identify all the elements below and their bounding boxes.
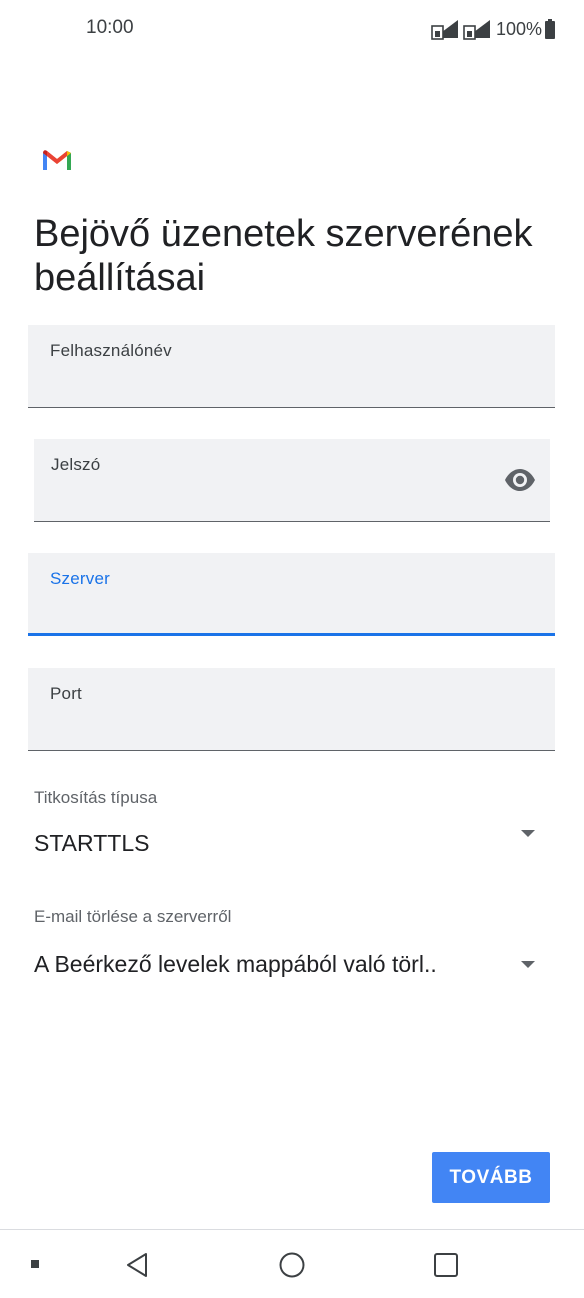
eye-icon[interactable] — [504, 467, 536, 493]
server-field[interactable]: Szerver — [28, 553, 555, 636]
status-time: 10:00 — [86, 17, 134, 38]
port-label: Port — [50, 684, 82, 703]
password-field[interactable]: Jelszó — [34, 439, 550, 522]
battery-percent: 100% — [496, 18, 543, 39]
gmail-logo-icon — [43, 150, 71, 170]
navigation-bar — [0, 1229, 584, 1298]
encryption-value: STARTTLS — [34, 830, 150, 856]
next-button[interactable]: TOVÁBB — [432, 1152, 550, 1203]
back-icon[interactable] — [124, 1252, 150, 1278]
server-label: Szerver — [50, 569, 110, 588]
signal-sim1-icon — [431, 20, 458, 40]
recents-dot-icon[interactable] — [31, 1260, 39, 1268]
port-field[interactable]: Port — [28, 668, 555, 751]
chevron-down-icon — [521, 830, 535, 837]
encryption-label: Titkosítás típusa — [34, 788, 158, 807]
delete-policy-select[interactable]: A Beérkező levelek mappából való törl.. — [28, 938, 555, 990]
battery-icon — [545, 19, 556, 39]
status-icons: 100% — [430, 16, 556, 42]
page-title: Bejövő üzenetek szerverének beállításai — [34, 213, 533, 299]
encryption-select[interactable]: STARTTLS — [28, 818, 555, 870]
password-label: Jelszó — [51, 455, 101, 474]
delete-policy-label: E-mail törlése a szerverről — [34, 907, 232, 926]
chevron-down-icon — [521, 961, 535, 968]
username-field[interactable]: Felhasználónév — [28, 325, 555, 408]
overview-icon[interactable] — [433, 1252, 459, 1278]
home-icon[interactable] — [278, 1251, 306, 1279]
signal-sim2-icon — [463, 20, 490, 40]
username-label: Felhasználónév — [50, 341, 172, 360]
delete-policy-value: A Beérkező levelek mappából való törl.. — [34, 951, 437, 977]
